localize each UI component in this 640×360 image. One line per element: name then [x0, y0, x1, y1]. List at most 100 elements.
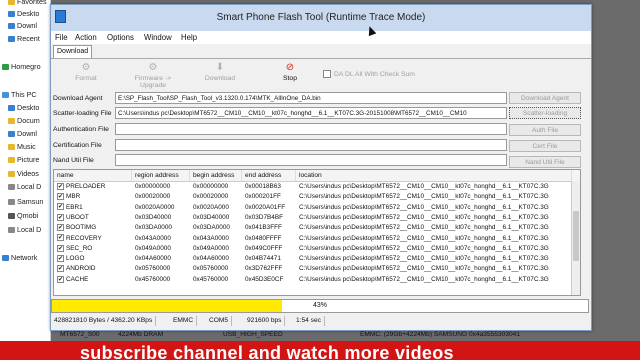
firmware-icon: ⚙ [148, 62, 158, 73]
table-scroll-thumb[interactable] [573, 211, 579, 261]
partition-name: UBOOT [66, 213, 89, 221]
column-begin-address[interactable]: begin address [190, 170, 242, 181]
menu-help[interactable]: Help [181, 33, 197, 42]
explorer-item[interactable]: Videos [8, 168, 39, 179]
partition-loc-cell: C:\Users\indus pc\Desktop\MT6572__CM10__… [299, 275, 549, 283]
explorer-item[interactable]: Favorites [8, 0, 47, 7]
table-row[interactable]: MBR 0x00020000 0x00020000 0x000201FF C:\User… [54, 192, 580, 202]
download-button[interactable]: ⬇ Download [193, 63, 247, 83]
partition-name: SEC_RO [66, 244, 93, 252]
da-checksum-label: DA DL All With Check Sum [334, 70, 415, 78]
folder-icon [8, 213, 15, 220]
partition-checkbox[interactable] [57, 264, 64, 274]
explorer-item-label: Docum [17, 116, 40, 125]
firmware-upgrade-button[interactable]: ⚙ Firmware -> Upgrade [121, 62, 185, 90]
download-agent-button[interactable]: Download Agent [509, 92, 581, 104]
explorer-item[interactable]: Picture [8, 154, 39, 165]
table-row[interactable]: PRELOADER 0x00000000 0x00000000 0x00018B63 C… [54, 182, 580, 192]
table-row[interactable]: BOOTIMG 0x03DA0000 0x03DA0000 0x041B3FFF C:\… [54, 223, 580, 233]
table-row[interactable]: RECOVERY 0x043A0000 0x043A0000 0x0480FFFF C:… [54, 234, 580, 244]
partition-region-cell: 0x03D40000 [135, 213, 172, 221]
menu-window[interactable]: Window [144, 33, 172, 42]
flash-tool-window: Smart Phone Flash Tool (Runtime Trace Mo… [50, 4, 592, 331]
partition-begin-cell: 0x45760000 [193, 275, 229, 283]
table-row[interactable]: LOGO 0x04A60000 0x04A60000 0x04B74471 C:\Use… [54, 254, 580, 264]
partition-checkbox[interactable] [57, 192, 64, 202]
table-row[interactable]: SEC_RO 0x049A0000 0x049A0000 0x049C0FFF C:\U… [54, 244, 580, 254]
title-bar: Smart Phone Flash Tool (Runtime Trace Mo… [51, 5, 591, 31]
partition-checkbox[interactable] [57, 244, 64, 254]
format-icon: ⚙ [81, 62, 91, 73]
nand-util-file-button[interactable]: Nand Util File [509, 156, 581, 168]
partition-begin-cell: 0x05760000 [193, 265, 229, 273]
da-checksum-checkbox[interactable]: DA DL All With Check Sum [323, 70, 415, 78]
format-button[interactable]: ⚙ Format [59, 62, 113, 83]
explorer-item[interactable]: Homegro [2, 61, 41, 72]
column-location[interactable]: location [296, 170, 572, 181]
menu-action[interactable]: Action [75, 33, 97, 42]
scatter-loading-field[interactable]: C:\Users\indus pc\Desktop\MT6572__CM10__… [115, 107, 507, 119]
status-dram: 4224Mb DRAM [118, 331, 164, 338]
table-row[interactable]: UBOOT 0x03D40000 0x03D40000 0x03D7B4BF C:\Us… [54, 213, 580, 223]
download-agent-field[interactable]: E:\SP_Flash_Tool\SP_Flash_Tool_v3.1320.0… [115, 92, 507, 104]
cert-file-button[interactable]: Cert File [509, 140, 581, 152]
stop-icon: ⊘ [285, 62, 295, 73]
folder-icon [8, 144, 15, 151]
explorer-item-label: Picture [17, 155, 40, 164]
explorer-item[interactable]: Downl [8, 20, 37, 31]
explorer-item[interactable]: Qmobi [8, 210, 38, 221]
explorer-item[interactable]: Network [2, 252, 37, 263]
status-baud-rate: 921600 bps [244, 316, 286, 326]
download-label: Download [204, 75, 236, 82]
table-row[interactable]: ANDROID 0x05760000 0x05760000 0x3D762FFF C:\… [54, 264, 580, 274]
partition-name-cell: CACHE [54, 275, 132, 285]
menu-options[interactable]: Options [107, 33, 134, 42]
partition-checkbox[interactable] [57, 182, 64, 192]
partition-begin-cell: 0x043A0000 [193, 234, 229, 242]
explorer-item-label: Deskto [17, 9, 40, 18]
explorer-item[interactable]: Downl [8, 128, 37, 139]
firmware-upgrade-label: Firmware -> Upgrade [134, 75, 172, 89]
partition-name-cell: LOGO [54, 254, 132, 264]
folder-icon [2, 64, 9, 71]
partition-region-cell: 0x45760000 [135, 275, 171, 283]
explorer-item[interactable]: Deskto [8, 8, 39, 19]
table-row[interactable]: CACHE 0x45760000 0x45760000 0x45D3E0CF C:\Us… [54, 275, 580, 285]
tab-download[interactable]: Download [53, 45, 93, 58]
partition-checkbox[interactable] [57, 223, 64, 233]
explorer-item[interactable]: Local D [8, 224, 41, 235]
partition-checkbox[interactable] [57, 213, 64, 223]
partition-name-cell: UBOOT [54, 213, 132, 223]
partition-checkbox[interactable] [57, 234, 64, 243]
column-name[interactable]: name [54, 170, 132, 181]
partition-name-cell: EBR1 [54, 203, 132, 213]
partition-checkbox[interactable] [57, 254, 64, 264]
format-label: Format [75, 75, 97, 82]
explorer-item[interactable]: Docum [8, 115, 40, 126]
column-end-address[interactable]: end address [242, 170, 296, 181]
partition-end-cell: 0x04B74471 [245, 255, 281, 263]
table-scrollbar[interactable] [571, 181, 580, 295]
explorer-item[interactable]: Samsun [8, 196, 43, 207]
certification-file-field[interactable] [115, 139, 507, 151]
column-region-address[interactable]: region address [132, 170, 190, 181]
auth-file-button[interactable]: Auth File [509, 124, 581, 136]
stop-label: Stop [283, 75, 297, 82]
menu-file[interactable]: File [55, 33, 68, 42]
explorer-item[interactable]: Recent [8, 33, 40, 44]
nand-util-file-field[interactable] [115, 154, 507, 166]
progress-label: 43% [312, 302, 327, 309]
stop-button[interactable]: ⊘ Stop [263, 62, 317, 83]
explorer-item[interactable]: Deskto [8, 102, 39, 113]
folder-icon [8, 199, 15, 206]
download-agent-label: Download Agent [53, 95, 103, 102]
table-row[interactable]: EBR1 0x0020A0000 0x0020A000 0x0020A01FF C:\U… [54, 203, 580, 213]
explorer-item[interactable]: Music [8, 141, 36, 152]
authentication-file-field[interactable] [115, 123, 507, 135]
explorer-item-label: Videos [17, 169, 39, 178]
partition-checkbox[interactable] [57, 203, 64, 212]
explorer-item[interactable]: Local D [8, 181, 41, 192]
scatter-loading-button[interactable]: Scatter-loading [509, 107, 581, 119]
partition-checkbox[interactable] [57, 275, 64, 285]
explorer-item[interactable]: This PC [2, 89, 37, 100]
